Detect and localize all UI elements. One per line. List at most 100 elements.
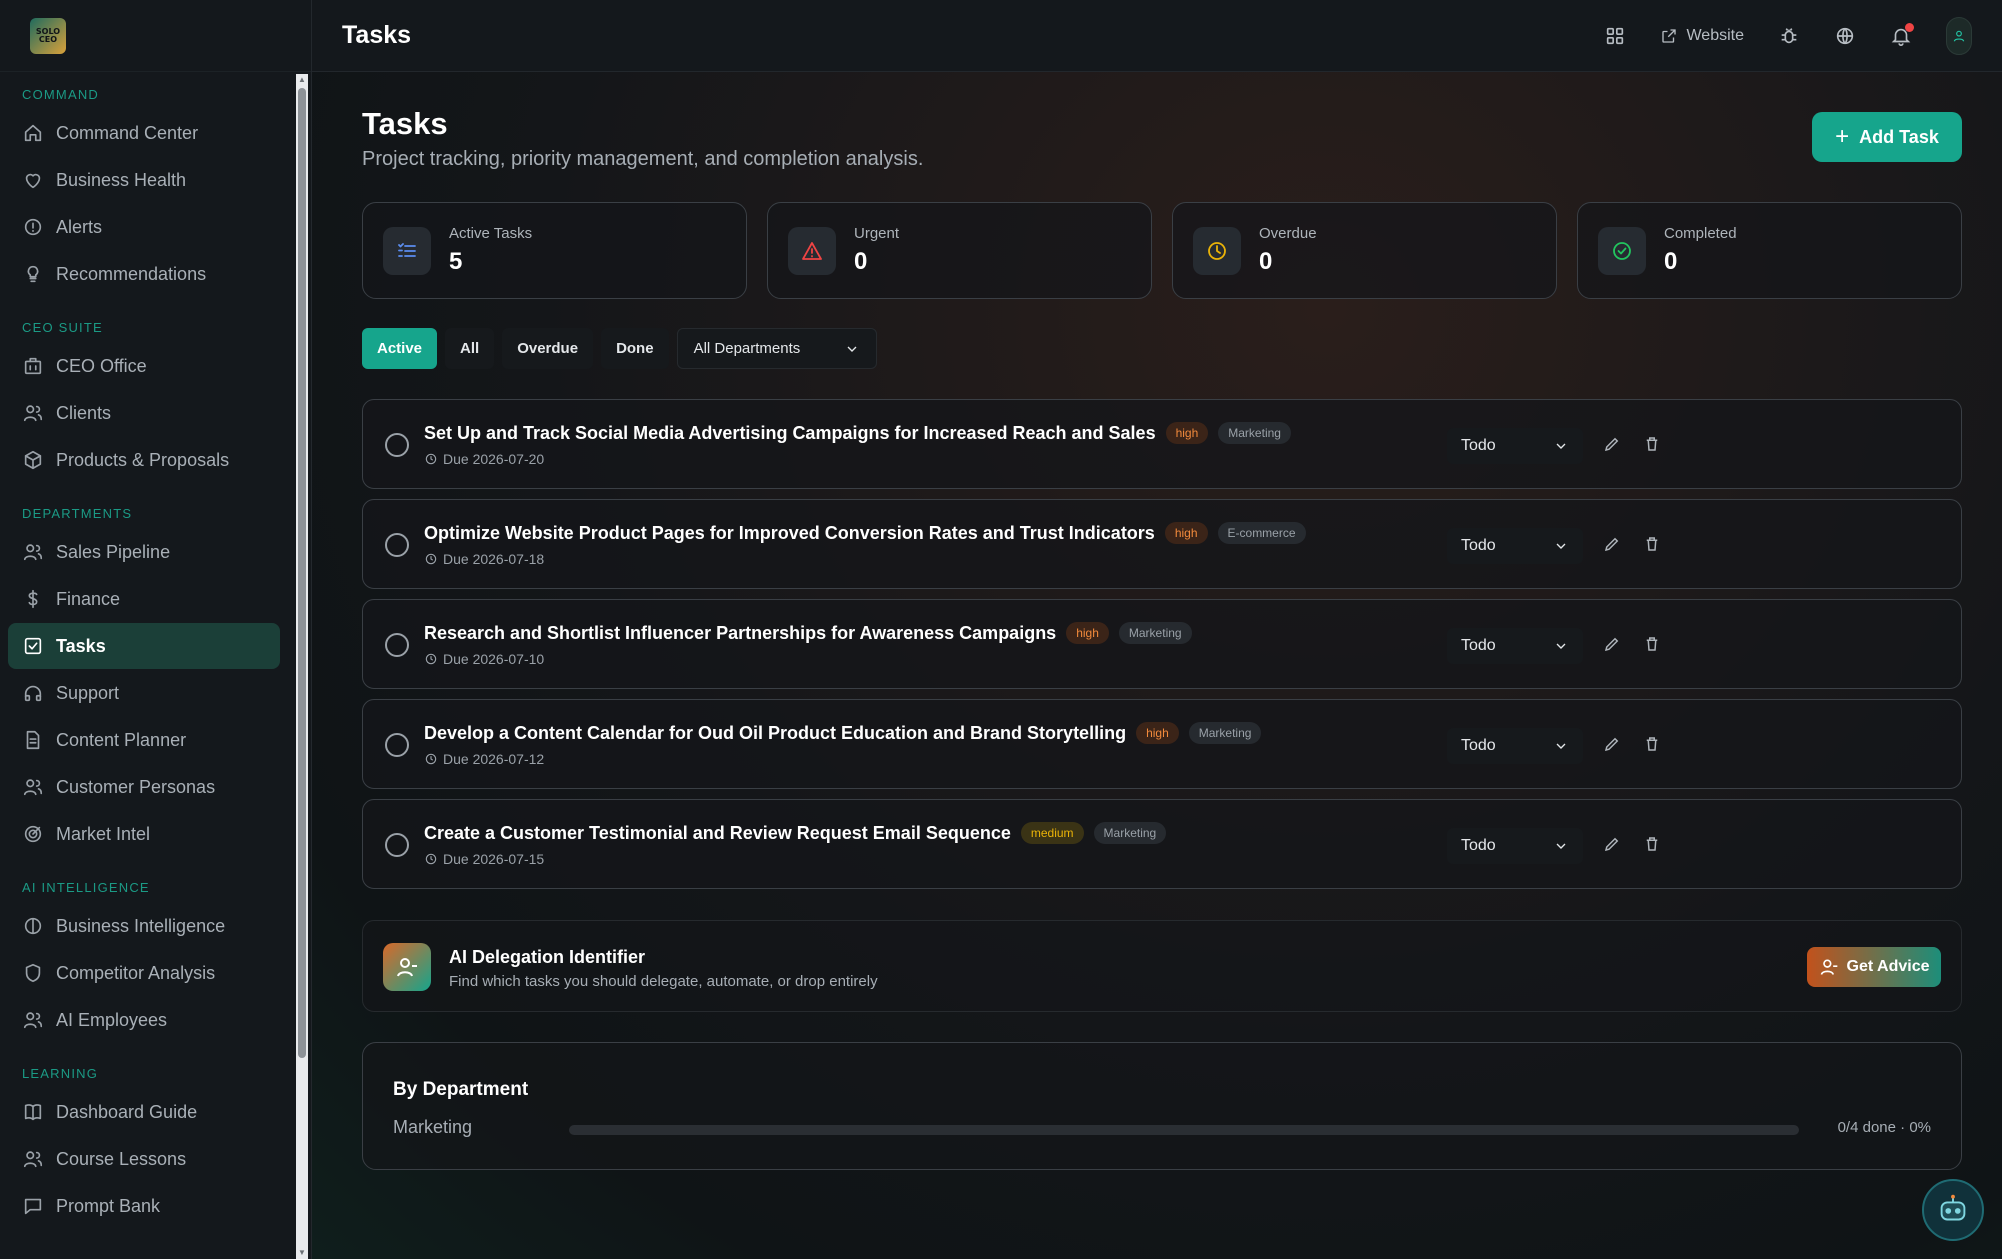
department-progress-bar	[569, 1125, 1799, 1135]
by-department-card: By Department Marketing 0/4 done · 0%	[362, 1042, 1962, 1170]
task-complete-checkbox[interactable]	[385, 633, 409, 657]
stat-card-urgent: Urgent 0	[767, 202, 1152, 299]
sidebar-item-course-lessons[interactable]: Course Lessons	[8, 1136, 280, 1182]
task-title-row: Optimize Website Product Pages for Impro…	[424, 522, 1306, 544]
sidebar-item-sales-pipeline[interactable]: Sales Pipeline	[8, 529, 280, 575]
task-due-date: Due 2026-07-12	[443, 751, 545, 767]
task-status-select[interactable]: Todo	[1447, 628, 1583, 664]
filter-chip-overdue[interactable]: Overdue	[502, 328, 594, 369]
page-title: Tasks	[362, 106, 448, 141]
debug-button[interactable]	[1778, 25, 1800, 47]
task-status-select[interactable]: Todo	[1447, 728, 1583, 764]
headphones-icon	[24, 685, 42, 702]
add-task-button[interactable]: + Add Task	[1812, 112, 1962, 162]
sidebar-item-command-center[interactable]: Command Center	[8, 110, 280, 156]
sidebar-item-label: Business Health	[56, 169, 187, 190]
sidebar-item-label: Recommendations	[56, 263, 207, 284]
edit-icon[interactable]	[1603, 635, 1621, 653]
language-button[interactable]	[1834, 25, 1856, 47]
website-link[interactable]: Website	[1660, 27, 1744, 45]
sidebar-item-recommendations[interactable]: Recommendations	[8, 251, 280, 297]
delegation-subtitle: Find which tasks you should delegate, au…	[449, 973, 878, 990]
stat-icon-wrap	[1193, 226, 1241, 275]
stat-value: 0	[1259, 248, 1273, 275]
sidebar-item-ai-employees[interactable]: AI Employees	[8, 997, 280, 1043]
user-minus-icon	[1820, 959, 1837, 975]
apps-grid-button[interactable]	[1604, 25, 1626, 47]
sidebar-item-ceo-office[interactable]: CEO Office	[8, 343, 280, 389]
scroll-up-arrow[interactable]: ▲	[298, 76, 306, 84]
sidebar-item-tasks[interactable]: Tasks	[8, 623, 280, 669]
task-title[interactable]: Create a Customer Testimonial and Review…	[424, 823, 1011, 844]
robot-icon	[1940, 1194, 1966, 1221]
stat-icon-wrap	[788, 226, 836, 275]
scroll-thumb[interactable]	[298, 88, 306, 1058]
filter-chip-all[interactable]: All	[445, 328, 495, 369]
avatar[interactable]	[1946, 17, 1972, 55]
alert-circle-icon	[24, 218, 42, 236]
task-title[interactable]: Research and Shortlist Influencer Partne…	[424, 623, 1056, 644]
trash-icon[interactable]	[1643, 535, 1661, 553]
edit-icon[interactable]	[1603, 835, 1621, 853]
sidebar-nav: COMMAND Command Center Business Health A…	[0, 72, 292, 1259]
dollar-icon	[28, 589, 38, 609]
filter-chip-done[interactable]: Done	[601, 328, 669, 369]
sidebar-item-customer-personas[interactable]: Customer Personas	[8, 764, 280, 810]
scroll-down-arrow[interactable]: ▼	[298, 1249, 306, 1257]
brand-logo[interactable]: SOLO CEO	[30, 17, 66, 54]
sidebar-item-label: Products & Proposals	[56, 449, 230, 470]
page-subtitle: Project tracking, priority management, a…	[362, 148, 924, 170]
sidebar-item-business-health[interactable]: Business Health	[8, 157, 280, 203]
task-status-select[interactable]: Todo	[1447, 828, 1583, 864]
profile-button[interactable]	[1946, 17, 1972, 55]
list-icon	[398, 242, 416, 257]
heart-icon	[25, 173, 41, 189]
task-complete-checkbox[interactable]	[385, 433, 409, 457]
task-status-value: Todo	[1461, 837, 1496, 854]
trash-icon[interactable]	[1643, 635, 1661, 653]
sidebar-item-finance[interactable]: Finance	[8, 576, 280, 622]
trash-icon[interactable]	[1643, 735, 1661, 753]
edit-icon[interactable]	[1603, 735, 1621, 753]
trash-icon[interactable]	[1643, 835, 1661, 853]
task-complete-checkbox[interactable]	[385, 833, 409, 857]
task-title[interactable]: Set Up and Track Social Media Advertisin…	[424, 423, 1156, 444]
task-status-select[interactable]: Todo	[1447, 428, 1583, 464]
plus-icon: +	[1835, 123, 1850, 150]
task-title[interactable]: Optimize Website Product Pages for Impro…	[424, 523, 1155, 544]
warning-icon	[802, 241, 822, 260]
task-status-select[interactable]: Todo	[1447, 528, 1583, 564]
stat-label: Active Tasks	[449, 225, 533, 242]
sidebar-item-alerts[interactable]: Alerts	[8, 204, 280, 250]
ai-assistant-button[interactable]	[1922, 1179, 1984, 1241]
task-complete-checkbox[interactable]	[385, 733, 409, 757]
sidebar-item-clients[interactable]: Clients	[8, 390, 280, 436]
trash-icon[interactable]	[1643, 435, 1661, 453]
department-badge: Marketing	[1218, 422, 1291, 444]
sidebar-item-products-proposals[interactable]: Products & Proposals	[8, 437, 280, 483]
task-complete-checkbox[interactable]	[385, 533, 409, 557]
sidebar-item-dashboard-guide[interactable]: Dashboard Guide	[8, 1089, 280, 1135]
task-title[interactable]: Develop a Content Calendar for Oud Oil P…	[424, 723, 1126, 744]
sidebar-item-competitor-analysis[interactable]: Competitor Analysis	[8, 950, 280, 996]
checkbox-icon	[24, 637, 42, 655]
sidebar-item-label: Customer Personas	[56, 776, 216, 797]
edit-icon[interactable]	[1603, 435, 1621, 453]
get-advice-button[interactable]: Get Advice	[1807, 947, 1941, 987]
sidebar-item-support[interactable]: Support	[8, 670, 280, 716]
topbar: Tasks Website	[312, 0, 2002, 72]
notifications-button[interactable]	[1890, 23, 1914, 47]
users-icon	[23, 405, 43, 422]
building-icon	[24, 357, 42, 375]
department-select-value: All Departments	[693, 340, 801, 357]
edit-icon[interactable]	[1603, 535, 1621, 553]
department-select[interactable]: All Departments	[676, 328, 877, 369]
department-badge: Marketing	[1093, 822, 1167, 844]
sidebar-item-prompt-bank[interactable]: Prompt Bank	[8, 1183, 280, 1229]
sidebar-item-content-planner[interactable]: Content Planner	[8, 717, 280, 763]
sidebar-scrollbar[interactable]: ▲ ▼	[296, 74, 308, 1259]
filter-chip-active[interactable]: Active	[362, 328, 438, 369]
task-row: Set Up and Track Social Media Advertisin…	[362, 399, 1962, 489]
sidebar-item-market-intel[interactable]: Market Intel	[8, 811, 280, 857]
sidebar-item-business-intelligence[interactable]: Business Intelligence	[8, 903, 280, 949]
